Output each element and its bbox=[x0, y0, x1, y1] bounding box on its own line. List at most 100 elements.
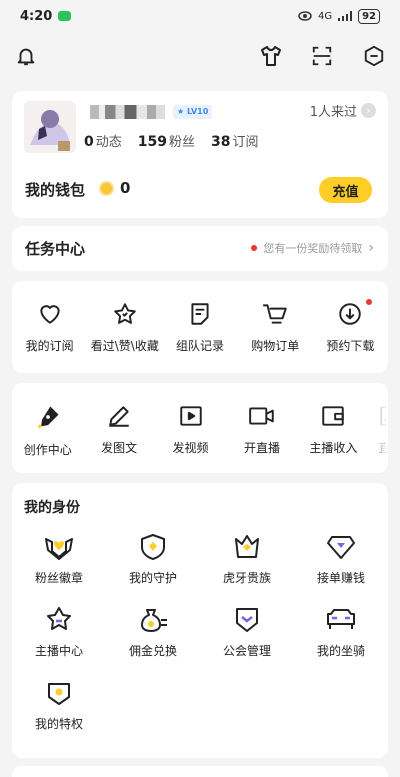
coin-value: 0 bbox=[120, 179, 131, 197]
money-bag-icon bbox=[141, 609, 167, 632]
camera-icon bbox=[249, 407, 274, 425]
dress-up-shirt-icon[interactable] bbox=[257, 42, 285, 70]
fan-badge-icon bbox=[45, 538, 73, 560]
identity-item-commission[interactable]: 佣金兑换 bbox=[106, 606, 200, 659]
creator-item-center[interactable]: 创作中心 bbox=[12, 403, 83, 458]
privilege-icon bbox=[48, 683, 70, 705]
identity-card: 我的身份 粉丝徽章 我的守护 虎牙贵族 接单赚钱 主播中心 佣金兑换 公会管理 bbox=[12, 483, 388, 758]
task-reward-hint: 您有一份奖励待领取 › bbox=[251, 240, 374, 256]
identity-item-mount[interactable]: 我的坐骑 bbox=[294, 606, 388, 659]
stat-fans[interactable]: 159 粉丝 bbox=[138, 131, 195, 150]
quick-actions-card: 我的订阅 看过\赞\收藏 组队记录 购物订单 预约下载 bbox=[12, 281, 388, 373]
identity-item-label: 我的特权 bbox=[34, 717, 83, 731]
noble-crown-icon bbox=[235, 535, 259, 558]
download-icon bbox=[339, 303, 362, 325]
stat-value: 0 bbox=[84, 134, 94, 150]
avatar[interactable] bbox=[24, 101, 76, 153]
profile-stats: 0 动态 159 粉丝 38 订阅 bbox=[84, 131, 259, 150]
stat-label: 订阅 bbox=[232, 135, 259, 150]
creator-item-post-image[interactable]: 发图文 bbox=[83, 403, 154, 458]
creator-item-post-video[interactable]: 发视频 bbox=[155, 403, 226, 458]
signal-icon bbox=[338, 11, 353, 21]
creator-tools-card: 创作中心 发图文 发视频 开直播 主播收入 直播 bbox=[12, 383, 388, 473]
stat-value: 159 bbox=[137, 134, 167, 150]
settings-hexagon-icon[interactable] bbox=[360, 42, 388, 70]
creator-item-label: 主播收入 bbox=[309, 441, 358, 455]
identity-item-label: 我的坐骑 bbox=[316, 644, 365, 658]
stat-label: 粉丝 bbox=[169, 135, 196, 150]
pencil-icon bbox=[109, 406, 129, 427]
quick-actions-row: 我的订阅 看过\赞\收藏 组队记录 购物订单 预约下载 bbox=[12, 299, 388, 354]
identity-item-fan-badge[interactable]: 粉丝徽章 bbox=[12, 533, 106, 586]
task-center-title: 任务中心 bbox=[25, 240, 86, 258]
top-action-bar bbox=[0, 38, 400, 74]
quick-item-label: 我的订阅 bbox=[25, 339, 74, 353]
quick-item-team-records[interactable]: 组队记录 bbox=[162, 301, 237, 354]
identity-item-privilege[interactable]: 我的特权 bbox=[12, 679, 106, 732]
recharge-button[interactable]: 充值 bbox=[319, 177, 372, 203]
identity-item-label: 粉丝徽章 bbox=[34, 571, 83, 585]
stat-label: 动态 bbox=[95, 135, 122, 150]
stat-posts[interactable]: 0 动态 bbox=[84, 131, 122, 150]
red-dot-indicator bbox=[251, 245, 258, 251]
coin-balance[interactable]: 0 bbox=[99, 179, 130, 197]
identity-item-orders-earn[interactable]: 接单赚钱 bbox=[294, 533, 388, 586]
wallet-label[interactable]: 我的钱包 bbox=[25, 179, 85, 200]
cart-icon bbox=[263, 304, 287, 324]
car-icon bbox=[327, 609, 355, 629]
identity-item-guild[interactable]: 公会管理 bbox=[200, 606, 294, 659]
wallet-icon bbox=[322, 406, 345, 426]
stat-value: 38 bbox=[211, 134, 231, 150]
quick-item-orders[interactable]: 购物订单 bbox=[238, 301, 313, 354]
guard-shield-icon bbox=[141, 534, 165, 560]
quick-item-subscriptions[interactable]: 我的订阅 bbox=[12, 301, 87, 354]
scroll-fade bbox=[364, 383, 388, 473]
status-indicators: 4G 92 bbox=[298, 8, 380, 24]
status-bar: 4:20 4G 92 bbox=[0, 0, 400, 32]
creator-tools-row: 创作中心 发图文 发视频 开直播 主播收入 直播 bbox=[12, 403, 388, 458]
visitors-link[interactable]: 1人来过 › bbox=[310, 101, 376, 120]
username-redacted bbox=[90, 105, 165, 119]
heart-icon bbox=[39, 305, 60, 324]
identity-item-noble[interactable]: 虎牙贵族 bbox=[200, 533, 294, 586]
creator-item-label: 发视频 bbox=[172, 441, 209, 455]
quick-item-label: 看过\赞\收藏 bbox=[90, 339, 159, 353]
task-center-card[interactable]: 任务中心 您有一份奖励待领取 › bbox=[12, 226, 388, 271]
creator-item-start-live[interactable]: 开直播 bbox=[226, 403, 297, 458]
quick-item-label: 预约下载 bbox=[326, 339, 375, 353]
task-hint-text: 您有一份奖励待领取 bbox=[263, 242, 363, 255]
gem-icon bbox=[327, 536, 355, 559]
battery-indicator: 92 bbox=[358, 8, 380, 24]
profile-card: ★ LV10 1人来过 › 0 动态 159 粉丝 38 订阅 我的钱包 0 充值 bbox=[12, 91, 388, 218]
creator-item-income[interactable]: 主播收入 bbox=[298, 403, 369, 458]
network-label: 4G bbox=[317, 10, 333, 22]
next-section-card bbox=[12, 766, 388, 777]
identity-item-label: 虎牙贵族 bbox=[222, 571, 271, 585]
guild-shield-icon bbox=[236, 608, 258, 632]
chevron-right-icon: › bbox=[361, 103, 376, 118]
quick-item-downloads[interactable]: 预约下载 bbox=[313, 299, 388, 354]
identity-item-label: 公会管理 bbox=[222, 644, 271, 658]
level-text: LV10 bbox=[186, 107, 209, 116]
anchor-star-icon bbox=[47, 607, 71, 630]
pen-nib-icon bbox=[37, 406, 59, 429]
creator-item-label: 创作中心 bbox=[23, 443, 72, 457]
quick-item-history[interactable]: 看过\赞\收藏 bbox=[87, 301, 162, 354]
wechat-notification-icon bbox=[58, 11, 72, 21]
scan-icon[interactable] bbox=[308, 42, 336, 70]
visitors-text: 1人来过 bbox=[309, 105, 357, 120]
eye-icon bbox=[298, 11, 312, 21]
quick-item-label: 购物订单 bbox=[251, 339, 300, 353]
stat-subscriptions[interactable]: 38 订阅 bbox=[211, 131, 259, 150]
identity-item-guard[interactable]: 我的守护 bbox=[106, 533, 200, 586]
level-badge: ★ LV10 bbox=[173, 105, 213, 119]
star-icon bbox=[114, 303, 136, 324]
red-dot-indicator bbox=[366, 299, 373, 305]
identity-item-anchor-center[interactable]: 主播中心 bbox=[12, 606, 106, 659]
note-icon bbox=[191, 303, 209, 325]
chevron-right-icon: › bbox=[368, 240, 374, 256]
identity-title: 我的身份 bbox=[24, 500, 80, 516]
identity-item-label: 佣金兑换 bbox=[128, 644, 177, 658]
quick-item-label: 组队记录 bbox=[176, 339, 225, 353]
bell-icon[interactable] bbox=[12, 42, 40, 70]
